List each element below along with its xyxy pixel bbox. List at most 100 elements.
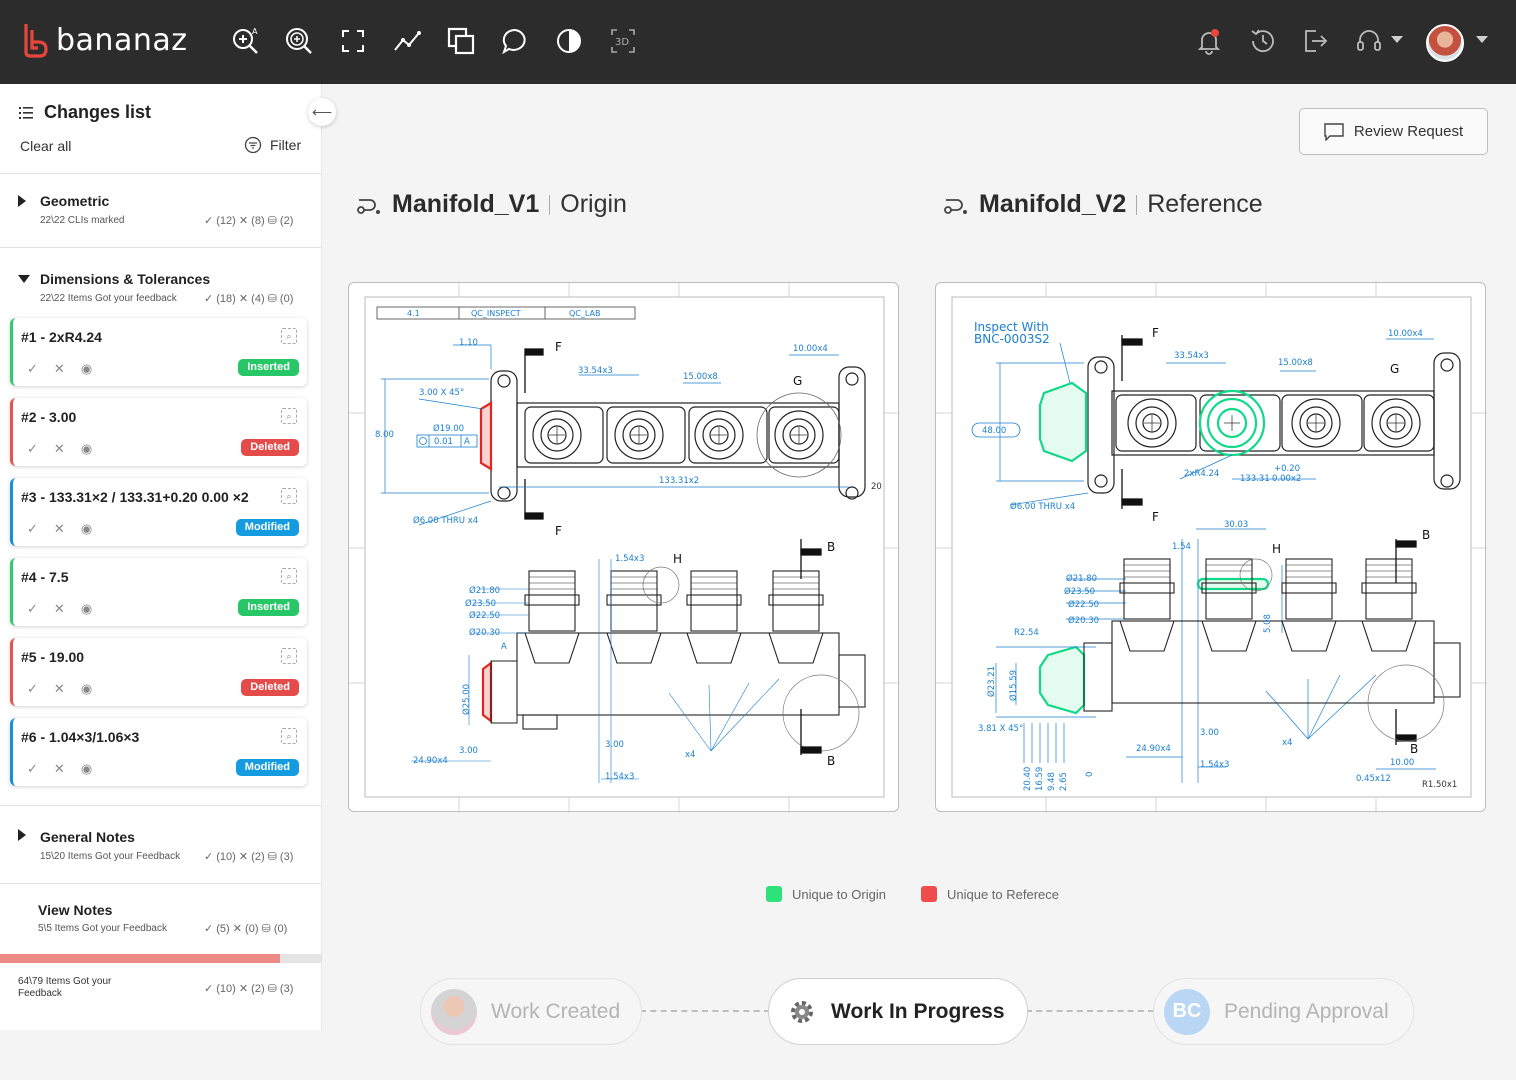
origin-file-name: Manifold_V1 [392,190,540,218]
reference-drawing-viewer[interactable]: Inspect With BNC-0003S2 33.54x3 15.00x8 … [935,282,1487,813]
change-card[interactable]: #1 - 2xR4.24 ⌕ ✓ ✕ ◉ Inserted [10,318,307,386]
review-request-button[interactable]: Review Request [1299,108,1488,155]
logo[interactable]: bananaz [22,22,187,58]
reject-icon[interactable]: ✕ [54,761,65,777]
reference-role-label: Reference [1147,190,1263,218]
zoom-to-change-icon[interactable]: ⌕ [281,648,297,664]
dimension-label: 1.10 [459,338,478,348]
title-separator [549,194,551,215]
dimension-label: 30.03 [1224,520,1248,530]
line-graph-icon[interactable] [390,24,424,58]
fit-screen-icon[interactable] [336,24,370,58]
section-label: B [827,754,835,768]
status-badge: Deleted [241,679,299,696]
legend-swatch [766,886,782,902]
user-avatar[interactable] [1426,24,1464,62]
group-general-notes[interactable]: General Notes 15\20 Items Got your Feedb… [0,805,322,883]
workflow-step-pending-approval[interactable]: BC Pending Approval [1153,978,1414,1045]
view-eye-icon[interactable]: ◉ [81,601,92,617]
view-eye-icon[interactable]: ◉ [81,441,92,457]
gear-icon [791,1000,813,1023]
dimension-label: 24.90x4 [413,756,448,766]
group-title: General Notes [40,829,135,845]
reject-icon[interactable]: ✕ [54,681,65,697]
feedback-progress-bar [0,954,322,963]
support-headset-icon[interactable] [1352,24,1386,58]
filter-icon [244,136,262,154]
reject-icon[interactable]: ✕ [54,601,65,617]
accept-icon[interactable]: ✓ [27,681,38,697]
expand-triangle-icon[interactable] [18,829,26,841]
logout-icon[interactable] [1298,24,1332,58]
reference-drawing-title: Manifold_V2 Reference [943,190,1263,219]
view-eye-icon[interactable]: ◉ [81,521,92,537]
dimension-label: 15.00x8 [1278,358,1313,368]
history-icon[interactable] [1246,24,1280,58]
accept-icon[interactable]: ✓ [27,441,38,457]
dimension-label: Ø23.21 [986,666,997,697]
card-actions: ✓ ✕ ◉ [27,441,92,457]
view-eye-icon[interactable]: ◉ [81,761,92,777]
accept-icon[interactable]: ✓ [27,361,38,377]
dimension-label: 2.65 [1059,772,1069,791]
reject-icon[interactable]: ✕ [54,521,65,537]
note-label: BNC-0003S2 [974,332,1050,346]
status-badge: Inserted [238,359,299,376]
change-card[interactable]: #2 - 3.00 ⌕ ✓ ✕ ◉ Deleted [10,398,307,466]
zoom-in-icon[interactable] [282,24,316,58]
user-menu-chevron-down-icon[interactable] [1476,36,1488,43]
bell-icon[interactable] [1192,24,1226,58]
reject-icon[interactable]: ✕ [54,441,65,457]
group-subtitle: 5\5 Items Got your Feedback [38,923,167,934]
dimension-label: Ø25.00 [461,684,472,715]
zoom-to-change-icon[interactable]: ⌕ [281,488,297,504]
change-card[interactable]: #4 - 7.5 ⌕ ✓ ✕ ◉ Inserted [10,558,307,626]
filter-label: Filter [270,137,302,153]
collapse-sidebar-button[interactable]: ⟵ [308,98,336,126]
change-card[interactable]: #3 - 133.31×2 / 133.31+0.20 0.00 ×2 ⌕ ✓ … [10,478,307,546]
accept-icon[interactable]: ✓ [27,601,38,617]
zoom-to-change-icon[interactable]: ⌕ [281,728,297,744]
section-label: F [555,524,562,538]
contrast-icon[interactable] [552,24,586,58]
accept-icon[interactable]: ✓ [27,521,38,537]
legend-item-reference: Unique to Referece [921,886,1059,902]
collapse-triangle-icon[interactable] [18,275,30,283]
workflow-step-work-in-progress[interactable]: Work In Progress [768,978,1028,1045]
approver-initials-avatar: BC [1164,988,1210,1035]
group-dimensions-tolerances[interactable]: Dimensions & Tolerances 22\22 Items Got … [0,247,322,307]
header-cell: QC_LAB [569,309,600,318]
section-label: B [1422,528,1430,542]
legend-label: Unique to Origin [792,886,886,902]
accept-icon[interactable]: ✓ [27,761,38,777]
comment-icon[interactable] [498,24,532,58]
expand-triangle-icon[interactable] [18,195,26,207]
filter-button[interactable]: Filter [244,136,301,154]
zoom-to-change-icon[interactable]: ⌕ [281,568,297,584]
workflow-step-work-created[interactable]: Work Created [420,978,642,1045]
zoom-to-change-icon[interactable]: ⌕ [281,328,297,344]
overlay-icon[interactable] [444,24,478,58]
comment-icon [1324,122,1344,141]
section-label: H [673,552,682,566]
support-menu-chevron-down-icon[interactable] [1391,36,1403,43]
view-eye-icon[interactable]: ◉ [81,361,92,377]
clear-all-button[interactable]: Clear all [20,138,71,154]
dimension-label: Ø15.59 [1008,670,1019,701]
view-eye-icon[interactable]: ◉ [81,681,92,697]
dimension-label: 16.59 [1035,767,1045,791]
change-card[interactable]: #5 - 19.00 ⌕ ✓ ✕ ◉ Deleted [10,638,307,706]
zoom-text-icon[interactable]: A [228,24,262,58]
change-card[interactable]: #6 - 1.04×3/1.06×3 ⌕ ✓ ✕ ◉ Modified [10,718,307,786]
origin-drawing-viewer[interactable]: 4.1 QC_INSPECT QC_LAB 1.10 33.54x3 15.00… [348,282,900,813]
reject-icon[interactable]: ✕ [54,361,65,377]
dimension-label: Ø21.80 [469,585,500,596]
dimension-label: 1.54x3 [605,772,634,782]
feedback-stats: ✓ (10) ✕ (2) ⛁ (3) [204,983,294,995]
dimension-label: Ø21.80 [1066,573,1097,584]
group-geometric[interactable]: Geometric 22\22 CLIs marked ✓ (12) ✕ (8)… [0,173,322,247]
3d-view-icon[interactable]: 3D [606,24,640,58]
dimension-label: A [464,437,470,447]
zoom-to-change-icon[interactable]: ⌕ [281,408,297,424]
group-view-notes[interactable]: View Notes 5\5 Items Got your Feedback ✓… [0,883,322,953]
